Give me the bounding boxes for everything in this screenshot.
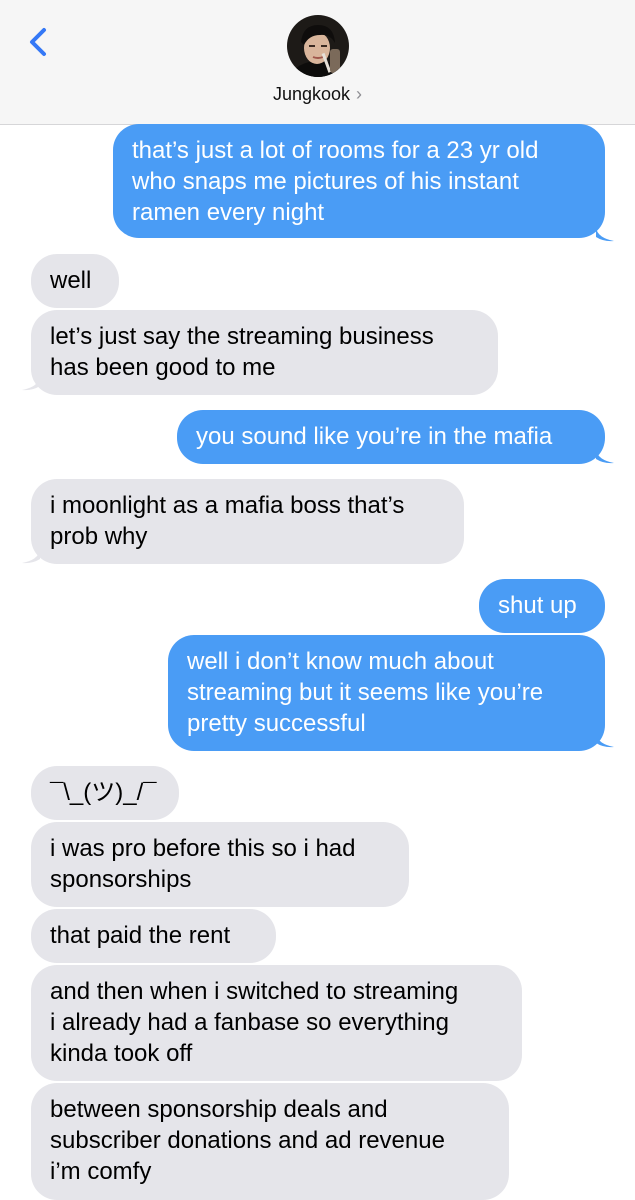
chevron-right-icon: › — [356, 84, 363, 104]
outgoing-bubble-tail — [596, 228, 614, 242]
incoming-message[interactable]: i was pro before this so i had sponsorsh… — [31, 822, 409, 907]
outgoing-message[interactable]: you sound like you’re in the mafia — [177, 410, 605, 464]
chevron-left-icon — [30, 28, 46, 56]
outgoing-message[interactable]: well i don’t know much about streaming b… — [168, 635, 605, 751]
incoming-message[interactable]: i moonlight as a mafia boss that’s prob … — [31, 479, 464, 564]
incoming-message[interactable]: that paid the rent — [31, 909, 276, 963]
incoming-message[interactable]: and then when i switched to streaming i … — [31, 965, 522, 1081]
contact-name-button[interactable]: Jungkook › — [0, 84, 635, 105]
incoming-message[interactable]: well — [31, 254, 119, 308]
contact-name: Jungkook — [272, 84, 351, 104]
conversation-header: Jungkook › — [0, 0, 635, 125]
back-button[interactable] — [22, 24, 58, 60]
outgoing-message[interactable]: that’s just a lot of rooms for a 23 yr o… — [113, 124, 605, 238]
incoming-message[interactable]: between sponsorship deals and subscriber… — [31, 1083, 509, 1200]
avatar-image — [287, 15, 349, 77]
avatar[interactable] — [287, 15, 349, 77]
incoming-message[interactable]: let’s just say the streaming business ha… — [31, 310, 498, 395]
message-thread[interactable]: that’s just a lot of rooms for a 23 yr o… — [0, 124, 635, 1200]
outgoing-message[interactable]: shut up — [479, 579, 605, 633]
incoming-message[interactable]: ¯\_(ツ)_/¯ — [31, 766, 179, 820]
